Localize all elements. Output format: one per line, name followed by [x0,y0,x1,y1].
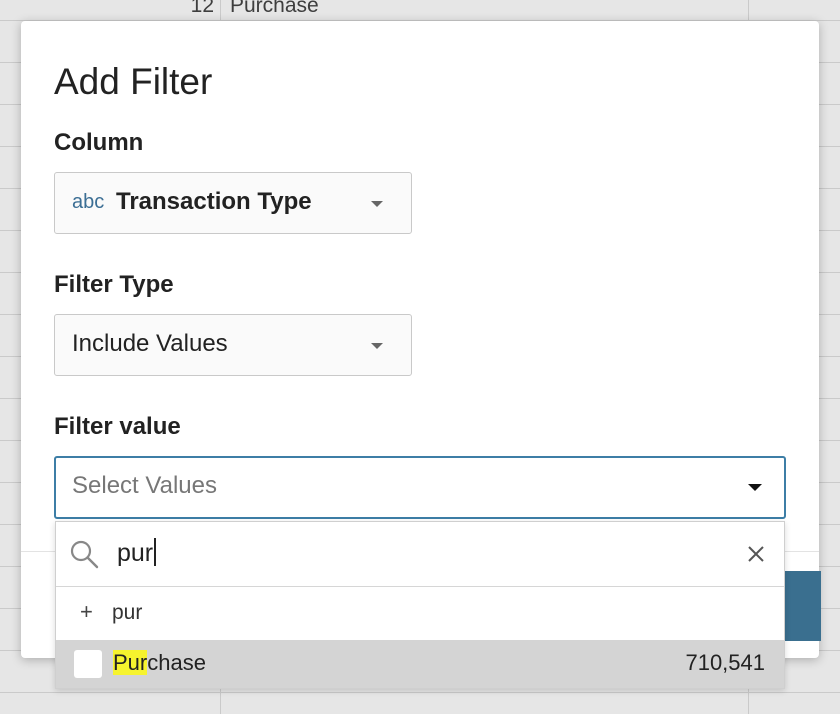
dialog-title: Add Filter [54,61,213,102]
close-icon[interactable] [744,542,768,566]
caret-down-icon [748,484,762,491]
list-item[interactable]: Purchase 710,541 [56,640,784,688]
add-custom-value-label: pur [112,601,143,624]
filter-type-label: Filter Type [54,271,174,298]
search-input-value: pur [117,539,154,567]
filter-value-label: Filter value [54,413,181,440]
option-label: Purchase [113,650,206,676]
column-select[interactable]: abc Transaction Type [54,172,412,234]
value-dropdown: pur + pur Purchase 710,541 [55,521,785,689]
filter-value-select[interactable]: Select Values [54,456,786,519]
option-label-rest: chase [147,650,206,675]
dropdown-search: pur [56,522,784,587]
add-custom-value-option[interactable]: + pur [56,587,784,639]
filter-value-placeholder: Select Values [72,472,217,499]
search-match-highlight: Pur [113,650,148,675]
apply-filter-button[interactable] [781,571,821,641]
filter-type-select[interactable]: Include Values [54,314,412,376]
option-checkbox[interactable] [74,650,102,678]
option-count: 710,541 [685,650,765,675]
filter-type-select-value: Include Values [72,330,228,357]
column-label: Column [54,129,144,156]
string-type-tag: abc [72,191,105,213]
plus-icon: + [80,599,93,624]
search-input[interactable]: pur [117,538,157,568]
text-cursor [154,538,157,567]
column-select-value: Transaction Type [116,188,312,215]
chevron-down-icon [371,343,383,349]
chevron-down-icon [371,201,383,207]
search-icon [70,540,99,569]
